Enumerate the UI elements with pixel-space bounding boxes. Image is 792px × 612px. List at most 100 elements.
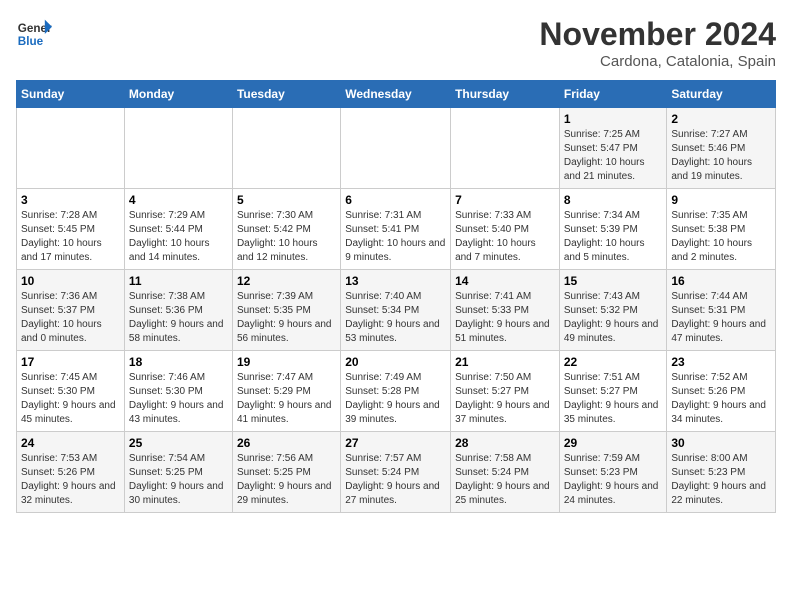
title-area: November 2024 Cardona, Catalonia, Spain (539, 16, 776, 70)
day-info: Sunrise: 7:25 AM Sunset: 5:47 PM Dayligh… (564, 128, 663, 184)
day-info: Sunrise: 7:34 AM Sunset: 5:39 PM Dayligh… (564, 209, 663, 265)
calendar-week-2: 10 Sunrise: 7:36 AM Sunset: 5:37 PM Dayli… (17, 270, 776, 351)
calendar-cell-4-4: 28 Sunrise: 7:58 AM Sunset: 5:24 PM Dayli… (451, 432, 560, 513)
day-number: 15 (564, 274, 663, 288)
day-number: 5 (237, 193, 336, 207)
day-number: 21 (455, 355, 555, 369)
header-monday: Monday (124, 81, 232, 108)
day-info: Sunrise: 7:59 AM Sunset: 5:23 PM Dayligh… (564, 452, 663, 508)
header-sunday: Sunday (17, 81, 125, 108)
calendar-cell-3-4: 21 Sunrise: 7:50 AM Sunset: 5:27 PM Dayli… (451, 351, 560, 432)
day-number: 4 (129, 193, 228, 207)
calendar-cell-0-2 (232, 108, 340, 189)
calendar-cell-3-1: 18 Sunrise: 7:46 AM Sunset: 5:30 PM Dayli… (124, 351, 232, 432)
calendar-cell-3-0: 17 Sunrise: 7:45 AM Sunset: 5:30 PM Dayli… (17, 351, 125, 432)
day-info: Sunrise: 7:29 AM Sunset: 5:44 PM Dayligh… (129, 209, 228, 265)
day-info: Sunrise: 7:40 AM Sunset: 5:34 PM Dayligh… (345, 290, 446, 346)
calendar-cell-2-1: 11 Sunrise: 7:38 AM Sunset: 5:36 PM Dayli… (124, 270, 232, 351)
day-info: Sunrise: 7:28 AM Sunset: 5:45 PM Dayligh… (21, 209, 120, 265)
header-tuesday: Tuesday (232, 81, 340, 108)
day-number: 11 (129, 274, 228, 288)
day-info: Sunrise: 7:39 AM Sunset: 5:35 PM Dayligh… (237, 290, 336, 346)
day-number: 27 (345, 436, 446, 450)
location-title: Cardona, Catalonia, Spain (539, 53, 776, 70)
calendar-cell-4-6: 30Sunrise: 8:00 AM Sunset: 5:23 PM Dayli… (667, 432, 776, 513)
day-number: 29 (564, 436, 663, 450)
day-info: Sunrise: 7:36 AM Sunset: 5:37 PM Dayligh… (21, 290, 120, 346)
day-number: 22 (564, 355, 663, 369)
day-number: 8 (564, 193, 663, 207)
logo: General Blue (16, 16, 52, 52)
day-number: 23 (671, 355, 771, 369)
day-number: 26 (237, 436, 336, 450)
calendar-cell-4-2: 26Sunrise: 7:56 AM Sunset: 5:25 PM Dayli… (232, 432, 340, 513)
day-info: Sunrise: 7:58 AM Sunset: 5:24 PM Dayligh… (455, 452, 555, 508)
calendar-cell-3-2: 19 Sunrise: 7:47 AM Sunset: 5:29 PM Dayli… (232, 351, 340, 432)
calendar-cell-1-3: 6 Sunrise: 7:31 AM Sunset: 5:41 PM Daylig… (341, 189, 451, 270)
day-info: Sunrise: 7:45 AM Sunset: 5:30 PM Dayligh… (21, 371, 120, 427)
calendar-cell-1-0: 3Sunrise: 7:28 AM Sunset: 5:45 PM Daylig… (17, 189, 125, 270)
calendar-week-0: 1 Sunrise: 7:25 AM Sunset: 5:47 PM Daylig… (17, 108, 776, 189)
calendar-cell-4-0: 24Sunrise: 7:53 AM Sunset: 5:26 PM Dayli… (17, 432, 125, 513)
day-number: 10 (21, 274, 120, 288)
calendar-cell-1-4: 7Sunrise: 7:33 AM Sunset: 5:40 PM Daylig… (451, 189, 560, 270)
day-info: Sunrise: 7:57 AM Sunset: 5:24 PM Dayligh… (345, 452, 446, 508)
day-info: Sunrise: 7:46 AM Sunset: 5:30 PM Dayligh… (129, 371, 228, 427)
day-number: 16 (671, 274, 771, 288)
day-number: 25 (129, 436, 228, 450)
day-info: Sunrise: 7:50 AM Sunset: 5:27 PM Dayligh… (455, 371, 555, 427)
calendar-cell-2-3: 13 Sunrise: 7:40 AM Sunset: 5:34 PM Dayli… (341, 270, 451, 351)
calendar-cell-0-4 (451, 108, 560, 189)
header-saturday: Saturday (667, 81, 776, 108)
day-number: 18 (129, 355, 228, 369)
calendar-cell-0-0 (17, 108, 125, 189)
header: General Blue November 2024 Cardona, Cata… (16, 16, 776, 70)
day-number: 13 (345, 274, 446, 288)
day-info: Sunrise: 7:51 AM Sunset: 5:27 PM Dayligh… (564, 371, 663, 427)
calendar-cell-2-4: 14Sunrise: 7:41 AM Sunset: 5:33 PM Dayli… (451, 270, 560, 351)
calendar-cell-0-3 (341, 108, 451, 189)
header-row: Sunday Monday Tuesday Wednesday Thursday… (17, 81, 776, 108)
day-info: Sunrise: 7:49 AM Sunset: 5:28 PM Dayligh… (345, 371, 446, 427)
day-number: 12 (237, 274, 336, 288)
day-number: 30 (671, 436, 771, 450)
calendar-cell-1-6: 9Sunrise: 7:35 AM Sunset: 5:38 PM Daylig… (667, 189, 776, 270)
day-number: 28 (455, 436, 555, 450)
calendar-cell-3-5: 22 Sunrise: 7:51 AM Sunset: 5:27 PM Dayli… (559, 351, 667, 432)
calendar-header: Sunday Monday Tuesday Wednesday Thursday… (17, 81, 776, 108)
logo-icon: General Blue (16, 16, 52, 52)
calendar-cell-1-2: 5 Sunrise: 7:30 AM Sunset: 5:42 PM Daylig… (232, 189, 340, 270)
calendar-cell-4-1: 25 Sunrise: 7:54 AM Sunset: 5:25 PM Dayli… (124, 432, 232, 513)
day-info: Sunrise: 7:30 AM Sunset: 5:42 PM Dayligh… (237, 209, 336, 265)
month-title: November 2024 (539, 16, 776, 53)
day-info: Sunrise: 7:31 AM Sunset: 5:41 PM Dayligh… (345, 209, 446, 265)
day-info: Sunrise: 7:33 AM Sunset: 5:40 PM Dayligh… (455, 209, 555, 265)
calendar-week-1: 3Sunrise: 7:28 AM Sunset: 5:45 PM Daylig… (17, 189, 776, 270)
calendar-cell-4-3: 27 Sunrise: 7:57 AM Sunset: 5:24 PM Dayli… (341, 432, 451, 513)
calendar-cell-4-5: 29 Sunrise: 7:59 AM Sunset: 5:23 PM Dayli… (559, 432, 667, 513)
day-number: 19 (237, 355, 336, 369)
day-info: Sunrise: 7:54 AM Sunset: 5:25 PM Dayligh… (129, 452, 228, 508)
day-number: 17 (21, 355, 120, 369)
day-number: 20 (345, 355, 446, 369)
calendar-cell-0-1 (124, 108, 232, 189)
calendar-body: 1 Sunrise: 7:25 AM Sunset: 5:47 PM Daylig… (17, 108, 776, 513)
day-number: 24 (21, 436, 120, 450)
day-number: 1 (564, 112, 663, 126)
day-number: 2 (671, 112, 771, 126)
day-number: 6 (345, 193, 446, 207)
day-info: Sunrise: 7:43 AM Sunset: 5:32 PM Dayligh… (564, 290, 663, 346)
day-info: Sunrise: 7:38 AM Sunset: 5:36 PM Dayligh… (129, 290, 228, 346)
svg-text:Blue: Blue (18, 35, 44, 48)
calendar-cell-3-6: 23Sunrise: 7:52 AM Sunset: 5:26 PM Dayli… (667, 351, 776, 432)
day-info: Sunrise: 7:47 AM Sunset: 5:29 PM Dayligh… (237, 371, 336, 427)
calendar-cell-1-1: 4 Sunrise: 7:29 AM Sunset: 5:44 PM Daylig… (124, 189, 232, 270)
calendar-cell-1-5: 8 Sunrise: 7:34 AM Sunset: 5:39 PM Daylig… (559, 189, 667, 270)
calendar-week-3: 17 Sunrise: 7:45 AM Sunset: 5:30 PM Dayli… (17, 351, 776, 432)
day-info: Sunrise: 7:44 AM Sunset: 5:31 PM Dayligh… (671, 290, 771, 346)
calendar-cell-2-2: 12 Sunrise: 7:39 AM Sunset: 5:35 PM Dayli… (232, 270, 340, 351)
day-info: Sunrise: 7:41 AM Sunset: 5:33 PM Dayligh… (455, 290, 555, 346)
calendar-cell-2-0: 10 Sunrise: 7:36 AM Sunset: 5:37 PM Dayli… (17, 270, 125, 351)
header-wednesday: Wednesday (341, 81, 451, 108)
header-friday: Friday (559, 81, 667, 108)
